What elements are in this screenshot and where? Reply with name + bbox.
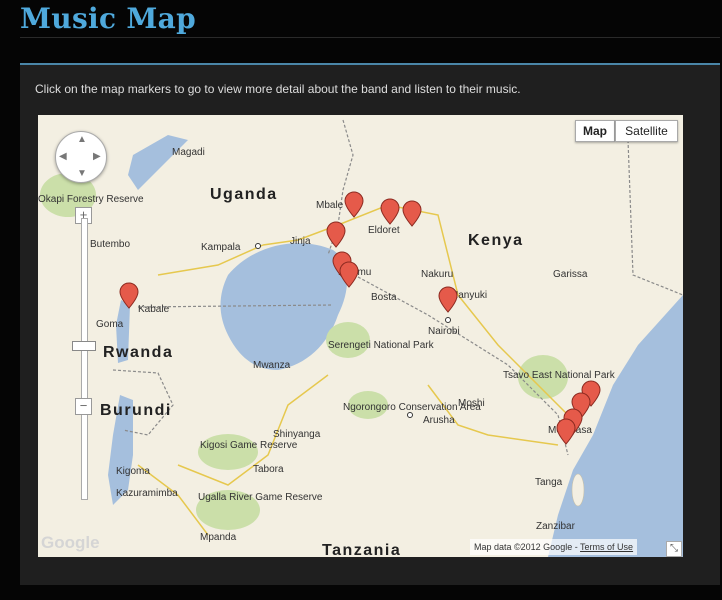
country-label-burundi: Burundi bbox=[100, 402, 172, 419]
city-dot-arusha bbox=[407, 412, 413, 418]
expand-icon[interactable]: ⤡ bbox=[666, 541, 682, 557]
pan-left-icon[interactable]: ◀ bbox=[59, 151, 67, 162]
place-label: Serengeti National Park bbox=[328, 340, 435, 351]
pan-right-icon[interactable]: ▶ bbox=[93, 151, 101, 162]
title-divider bbox=[20, 37, 720, 38]
city-dot-nairobi bbox=[445, 317, 451, 323]
terms-of-use-link[interactable]: Terms of Use bbox=[580, 542, 633, 552]
zoom-slider-thumb[interactable] bbox=[72, 341, 96, 351]
place-label: Garissa bbox=[553, 269, 588, 280]
map-instructions: Click on the map markers to go to view m… bbox=[35, 82, 521, 96]
place-label: Okapi Forestry Reserve bbox=[38, 194, 144, 205]
place-label: Jinja bbox=[290, 236, 311, 247]
place-label: Arusha bbox=[423, 415, 455, 426]
band-marker[interactable] bbox=[438, 286, 458, 313]
place-label: Mwanza bbox=[253, 360, 291, 371]
pan-down-icon[interactable]: ▼ bbox=[77, 168, 87, 179]
map-attribution: Map data ©2012 Google - Terms of Use bbox=[470, 539, 638, 555]
place-label: Kigosi Game Reserve bbox=[200, 440, 298, 451]
country-label-tanzania: Tanzania bbox=[322, 542, 401, 557]
place-label: Goma bbox=[96, 319, 124, 330]
zoom-slider-track[interactable] bbox=[81, 218, 88, 500]
place-label: Bosta bbox=[371, 292, 397, 303]
zanzibar-island bbox=[571, 473, 585, 507]
lake-albert bbox=[128, 135, 188, 190]
country-label-rwanda: Rwanda bbox=[103, 344, 173, 361]
zoom-out-button[interactable]: − bbox=[75, 398, 92, 415]
band-marker[interactable] bbox=[326, 221, 346, 248]
map-type-map-button[interactable]: Map bbox=[575, 120, 615, 142]
place-label: Zanzibar bbox=[536, 521, 576, 532]
place-label: Tsavo East National Park bbox=[503, 370, 616, 381]
band-marker[interactable] bbox=[380, 198, 400, 225]
pan-up-icon[interactable]: ▲ bbox=[77, 134, 87, 145]
map-type-satellite-button[interactable]: Satellite bbox=[615, 120, 678, 142]
place-label: Magadi bbox=[172, 147, 205, 158]
country-label-uganda: Uganda bbox=[210, 186, 278, 203]
place-label: Eldoret bbox=[368, 225, 400, 236]
place-label: Ugalla River Game Reserve bbox=[198, 492, 323, 503]
place-label: Nakuru bbox=[421, 269, 453, 280]
pan-control[interactable]: ▲ ◀ ▶ ▼ bbox=[55, 131, 107, 183]
place-label: Tabora bbox=[253, 464, 284, 475]
place-label: Tanga bbox=[535, 477, 563, 488]
map-data-text: Map data ©2012 Google - bbox=[474, 542, 578, 552]
place-label: Kabale bbox=[138, 304, 170, 315]
place-label: Mbale bbox=[316, 200, 344, 211]
place-label: Nairobi bbox=[428, 326, 460, 337]
band-marker[interactable] bbox=[402, 200, 422, 227]
google-logo: Google bbox=[41, 533, 100, 552]
band-marker[interactable] bbox=[344, 191, 364, 218]
place-label: Ngorongoro Conservation Area bbox=[343, 402, 481, 413]
page-title: Music Map bbox=[20, 2, 196, 35]
band-marker[interactable] bbox=[556, 418, 576, 445]
border-kenya-somalia bbox=[627, 139, 683, 296]
place-label: Shinyanga bbox=[273, 429, 321, 440]
place-label: Butembo bbox=[90, 239, 130, 250]
country-label-kenya: Kenya bbox=[468, 232, 524, 249]
place-label: Kampala bbox=[201, 242, 241, 253]
place-label: Kigoma bbox=[116, 466, 150, 477]
map-canvas[interactable]: Uganda Kenya Rwanda Burundi Tanzania Oka… bbox=[38, 115, 683, 557]
city-dot-kampala bbox=[255, 243, 261, 249]
place-label: Mpanda bbox=[200, 532, 237, 543]
map-view[interactable]: Uganda Kenya Rwanda Burundi Tanzania Oka… bbox=[38, 115, 683, 557]
place-label: Kazuramimba bbox=[116, 488, 178, 499]
